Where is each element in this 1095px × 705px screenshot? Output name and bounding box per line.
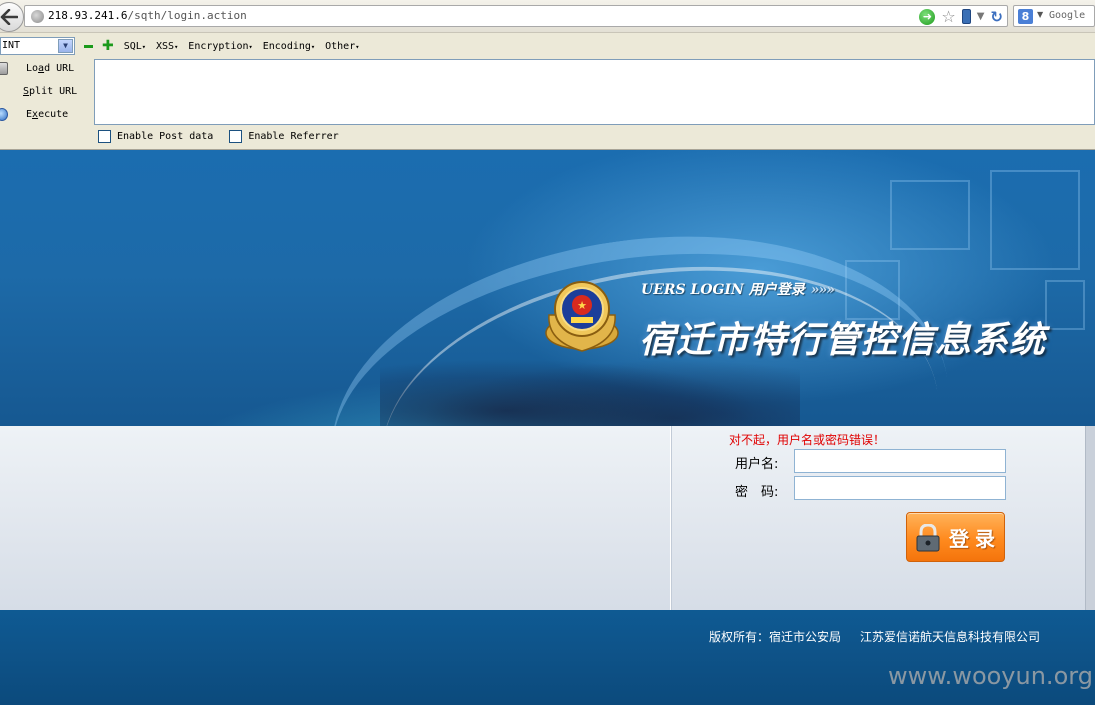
load-url-button[interactable]: Load URL	[0, 58, 92, 81]
hackbar-type-select[interactable]: INT ▼	[0, 37, 75, 55]
login-panel: 对不起，用户名或密码错误！ 用户名: 密 码: 登录	[0, 426, 1095, 610]
dropdown-icon[interactable]: ▼	[977, 11, 985, 22]
load-url-label: Load URL	[26, 63, 75, 74]
hackbar-panel: INT ▼ ✚ SQL▾ XSS▾ Encryption▾ Encoding▾ …	[0, 33, 1095, 150]
address-bar-icons: ➜ ☆ ▼ ↻	[919, 8, 1003, 25]
increment-icon[interactable]: ✚	[102, 39, 114, 53]
address-bar[interactable]: 218.93.241.6/sqth/login.action ➜ ☆ ▼ ↻	[24, 5, 1008, 27]
enable-post-data-option[interactable]: Enable Post data	[98, 130, 213, 143]
copyright-text: 版权所有：宿迁市公安局	[709, 630, 842, 644]
reload-icon[interactable]: ↻	[990, 9, 1003, 25]
hackbar-menu: INT ▼ ✚ SQL▾ XSS▾ Encryption▾ Encoding▾ …	[0, 36, 359, 56]
phone-icon[interactable]	[961, 9, 971, 24]
menu-encryption[interactable]: Encryption▾	[188, 41, 252, 52]
load-url-icon	[0, 62, 8, 75]
decorative-frame	[990, 170, 1080, 270]
panel-divider	[670, 426, 672, 610]
search-placeholder: Google	[1049, 10, 1086, 21]
split-url-button[interactable]: Split URL	[0, 81, 92, 104]
login-button-label: 登录	[949, 527, 1001, 551]
hackbar-select-value: INT	[2, 40, 21, 51]
split-url-icon	[0, 85, 8, 98]
chevron-down-icon[interactable]: ▼	[58, 39, 73, 53]
hackbar-actions: Load URL Split URL Execute	[0, 58, 92, 127]
lock-icon	[916, 524, 940, 552]
police-emblem-icon: ★	[545, 281, 619, 352]
panel-edge	[1085, 426, 1095, 610]
footer: 版权所有：宿迁市公安局 江苏爱信诺航天信息科技有限公司 www.wooyun.o…	[0, 610, 1095, 705]
enable-post-data-checkbox[interactable]	[98, 130, 111, 143]
search-field[interactable]: 8 ▼ Google	[1013, 5, 1095, 27]
split-url-label: Split URL	[23, 86, 78, 97]
username-label: 用户名:	[735, 457, 779, 472]
menu-other[interactable]: Other▾	[325, 41, 359, 52]
enable-referrer-option[interactable]: Enable Referrer	[229, 130, 339, 143]
back-arrow-icon	[0, 9, 18, 25]
menu-xss[interactable]: XSS▾	[156, 41, 178, 52]
enable-post-data-label: Enable Post data	[117, 131, 214, 142]
hackbar-url-textarea[interactable]	[94, 59, 1095, 125]
login-button[interactable]: 登录	[906, 512, 1005, 562]
bookmark-star-icon[interactable]: ☆	[941, 8, 955, 25]
globe-icon	[31, 10, 44, 23]
login-error-message: 对不起，用户名或密码错误！	[729, 433, 886, 447]
watermark: www.wooyun.org	[888, 662, 1093, 690]
username-input[interactable]	[794, 449, 1006, 473]
decorative-frame	[890, 180, 970, 250]
menu-encoding[interactable]: Encoding▾	[263, 41, 315, 52]
password-input[interactable]	[794, 476, 1006, 500]
google-icon[interactable]: 8	[1018, 9, 1033, 24]
decorative-frame	[1045, 280, 1085, 330]
enable-referrer-checkbox[interactable]	[229, 130, 243, 143]
execute-button[interactable]: Execute	[0, 104, 92, 127]
company-text: 江苏爱信诺航天信息科技有限公司	[860, 630, 1041, 644]
login-tag: UERS LOGIN 用户登录»»»	[641, 282, 835, 298]
back-button[interactable]	[0, 2, 24, 32]
go-icon[interactable]: ➜	[919, 8, 936, 25]
system-title: 宿迁市特行管控信息系统	[639, 319, 1047, 361]
enable-referrer-label: Enable Referrer	[248, 131, 339, 142]
execute-icon	[0, 108, 8, 121]
browser-toolbar: 218.93.241.6/sqth/login.action ➜ ☆ ▼ ↻ 8…	[0, 0, 1095, 33]
password-label: 密 码:	[735, 485, 779, 500]
url-text: 218.93.241.6/sqth/login.action	[48, 9, 247, 22]
search-engine-dropdown-icon[interactable]: ▼	[1037, 10, 1043, 19]
decrement-icon[interactable]	[84, 44, 93, 48]
svg-text:★: ★	[577, 299, 587, 312]
hackbar-options: Enable Post data Enable Referrer	[98, 130, 339, 143]
execute-label: Execute	[26, 109, 69, 120]
menu-sql[interactable]: SQL▾	[124, 41, 146, 52]
